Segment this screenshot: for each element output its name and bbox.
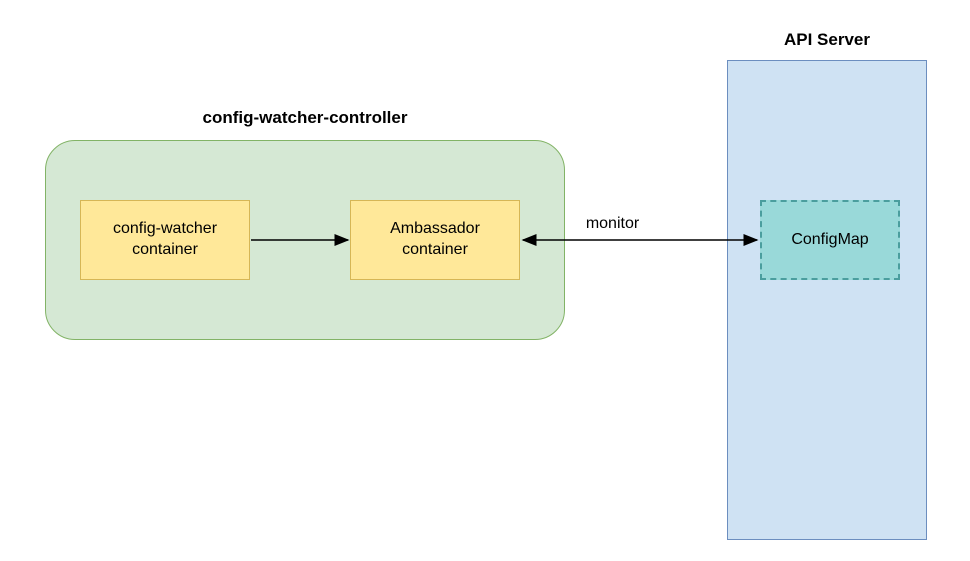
api-server-box — [727, 60, 927, 540]
ambassador-container-box: Ambassadorcontainer — [350, 200, 520, 280]
configmap-label: ConfigMap — [791, 231, 868, 249]
controller-title: config-watcher-controller — [45, 108, 565, 128]
api-server-title: API Server — [727, 30, 927, 50]
config-watcher-label: config-watchercontainer — [113, 219, 217, 261]
monitor-edge-label: monitor — [580, 215, 645, 233]
ambassador-label: Ambassadorcontainer — [390, 219, 480, 261]
config-watcher-container-box: config-watchercontainer — [80, 200, 250, 280]
configmap-box: ConfigMap — [760, 200, 900, 280]
